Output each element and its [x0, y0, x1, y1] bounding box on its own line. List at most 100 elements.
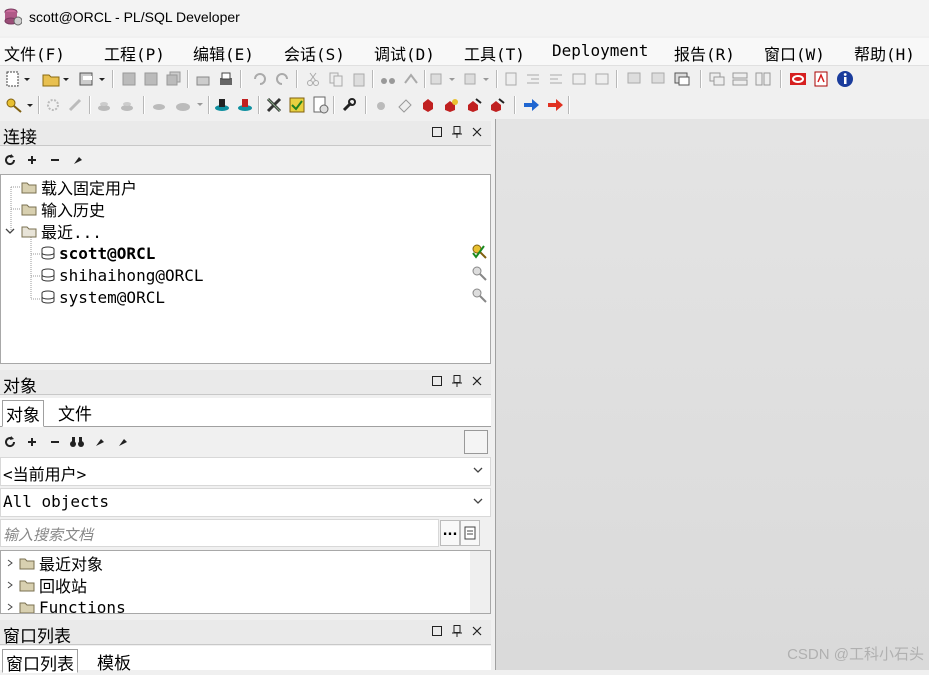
copy-icon[interactable] [325, 68, 347, 90]
menu-project[interactable]: 工程(P) [104, 41, 165, 65]
tree-item-functions[interactable]: Functions [5, 596, 126, 613]
add-icon[interactable] [25, 435, 39, 449]
cascade-windows-icon[interactable] [706, 68, 728, 90]
menu-file[interactable]: 文件(F) [4, 41, 65, 65]
rollback-icon[interactable] [116, 94, 138, 116]
tab-objects[interactable]: 对象 [2, 400, 44, 427]
indent-icon[interactable] [522, 68, 544, 90]
filter-icon[interactable] [71, 153, 85, 167]
report-page-icon[interactable] [309, 94, 331, 116]
menu-reports[interactable]: 报告(R) [674, 41, 735, 65]
navigate-forward-arrow-icon[interactable] [544, 94, 566, 116]
print-icon[interactable] [76, 68, 106, 90]
menu-edit[interactable]: 编辑(E) [193, 41, 254, 65]
replace-icon[interactable] [400, 68, 422, 90]
objects-tree-scrollbar[interactable] [470, 551, 490, 613]
save-all-icon[interactable] [163, 68, 185, 90]
preferences-wrench-icon[interactable] [338, 94, 360, 116]
close-icon[interactable] [470, 374, 484, 388]
tree-item-history[interactable]: 输入历史 [21, 198, 105, 220]
pin-icon[interactable] [450, 624, 464, 638]
tree-item-recent[interactable]: 最近... [3, 220, 102, 242]
key-icon[interactable] [471, 265, 487, 285]
paste-icon[interactable] [348, 68, 370, 90]
tree-item-recycle-bin[interactable]: 回收站 [5, 574, 87, 596]
refresh-icon[interactable] [3, 435, 17, 449]
menu-session[interactable]: 会话(S) [284, 41, 345, 65]
new-dropdown-icon[interactable] [4, 68, 32, 90]
unindent-icon[interactable] [545, 68, 567, 90]
search-document-icon[interactable] [460, 520, 480, 546]
print-preview-icon[interactable] [192, 68, 214, 90]
tab-templates[interactable]: 模板 [94, 649, 134, 674]
remove-icon[interactable] [48, 435, 62, 449]
bookmark-yellow-icon[interactable] [440, 94, 462, 116]
save-as-icon[interactable] [140, 68, 162, 90]
save-icon[interactable] [118, 68, 140, 90]
indent-dropdown-icon[interactable] [428, 68, 458, 90]
add-icon[interactable] [25, 153, 39, 167]
sql-dropdown-icon[interactable] [172, 94, 206, 116]
object-type-select[interactable]: All objects [0, 488, 491, 517]
tree-item-fixed-users[interactable]: 载入固定用户 [21, 176, 137, 198]
pin-icon[interactable] [450, 374, 464, 388]
tile-vertical-icon[interactable] [752, 68, 774, 90]
oracle-icon[interactable] [787, 68, 809, 90]
bookmark-prev-icon[interactable] [486, 94, 508, 116]
connected-key-icon[interactable] [471, 243, 487, 263]
format-dropdown-icon[interactable] [462, 68, 492, 90]
database-session-icon[interactable] [234, 94, 256, 116]
connection-shihaihong[interactable]: shihaihong@ORCL [41, 264, 204, 286]
connections-tree[interactable]: 载入固定用户 输入历史 最近... scott@ORCL shihaihong@… [0, 174, 491, 364]
tab-files[interactable]: 文件 [55, 400, 95, 425]
compile-tools-icon[interactable] [263, 94, 285, 116]
menu-window[interactable]: 窗口(W) [764, 41, 825, 65]
chevron-down-icon[interactable] [3, 224, 17, 238]
search-input[interactable]: 输入搜索文档 [0, 519, 439, 547]
log-on-key-icon[interactable] [4, 94, 34, 116]
objects-tree[interactable]: 最近对象 回收站 Functions [0, 550, 491, 614]
menu-debug[interactable]: 调试(D) [374, 41, 435, 65]
connection-system[interactable]: system@ORCL [41, 286, 165, 308]
chevron-right-icon[interactable] [5, 579, 15, 591]
test-script-icon[interactable] [286, 94, 308, 116]
bookmark-toggle-icon[interactable] [371, 94, 393, 116]
uppercase-icon[interactable] [568, 68, 590, 90]
template-icon[interactable] [648, 68, 670, 90]
open-folder-icon[interactable] [40, 68, 70, 90]
key-icon[interactable] [471, 287, 487, 307]
menu-help[interactable]: 帮助(H) [854, 41, 915, 65]
printer-icon[interactable] [215, 68, 237, 90]
maximize-icon[interactable] [430, 374, 444, 388]
close-icon[interactable] [470, 125, 484, 139]
break-icon[interactable] [64, 94, 86, 116]
connection-scott[interactable]: scott@ORCL [41, 242, 155, 264]
user-select[interactable]: <当前用户> [0, 457, 491, 486]
chevron-right-icon[interactable] [5, 557, 15, 569]
menu-deployment[interactable]: Deployment [552, 41, 648, 60]
bookmark-red-icon[interactable] [417, 94, 439, 116]
eraser-icon[interactable] [394, 94, 416, 116]
close-icon[interactable] [470, 624, 484, 638]
database-connect-icon[interactable] [211, 94, 233, 116]
refresh-icon[interactable] [3, 153, 17, 167]
commit-icon[interactable] [93, 94, 115, 116]
undo-icon[interactable] [248, 68, 270, 90]
filter-edit-icon[interactable] [116, 435, 130, 449]
menu-tools[interactable]: 工具(T) [464, 41, 525, 65]
sql-window-icon[interactable] [148, 94, 170, 116]
maximize-icon[interactable] [430, 624, 444, 638]
query-builder-icon[interactable] [671, 68, 693, 90]
pin-icon[interactable] [450, 125, 464, 139]
info-icon[interactable] [834, 68, 856, 90]
find-binoculars-icon[interactable] [70, 435, 84, 449]
search-options-button[interactable]: ... [440, 520, 460, 546]
mdi-workspace[interactable]: CSDN @工科小石头 [495, 119, 929, 670]
toggle-view-button[interactable] [464, 430, 488, 454]
redo-icon[interactable] [272, 68, 294, 90]
chevron-right-icon[interactable] [5, 601, 15, 613]
bookmark-next-icon[interactable] [463, 94, 485, 116]
tile-horizontal-icon[interactable] [729, 68, 751, 90]
tree-item-recent-objects[interactable]: 最近对象 [5, 552, 103, 574]
pdf-icon[interactable] [810, 68, 832, 90]
